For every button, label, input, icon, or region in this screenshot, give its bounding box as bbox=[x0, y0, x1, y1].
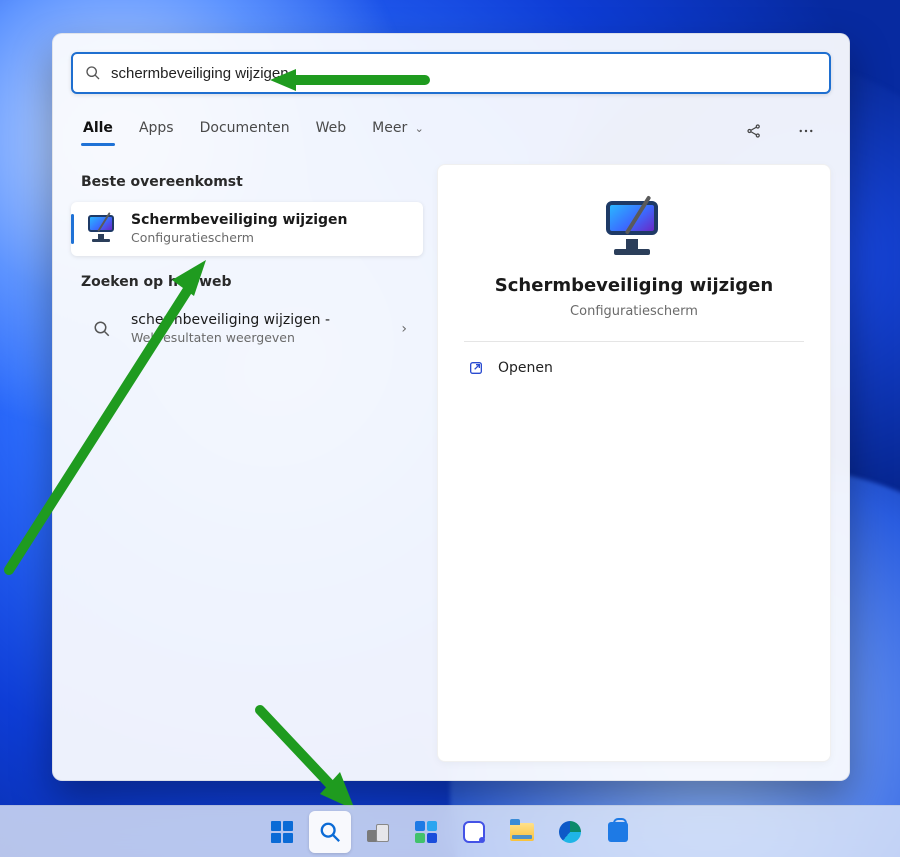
result-title: schermbeveiliging wijzigen - bbox=[131, 312, 387, 330]
tab-all[interactable]: Alle bbox=[81, 116, 115, 146]
share-graph-icon bbox=[745, 122, 763, 140]
search-icon bbox=[85, 312, 119, 346]
preview-title: Schermbeveiliging wijzigen bbox=[495, 275, 773, 296]
section-best-match: Beste overeenkomst bbox=[71, 164, 423, 202]
best-match-result[interactable]: Schermbeveiliging wijzigen Configuraties… bbox=[71, 202, 423, 256]
taskbar-widgets[interactable] bbox=[405, 811, 447, 853]
result-texts: schermbeveiliging wijzigen - Webresultat… bbox=[131, 312, 387, 345]
section-search-web: Zoeken op het web bbox=[71, 264, 423, 302]
search-icon bbox=[85, 65, 101, 81]
more-options-button[interactable] bbox=[791, 116, 821, 146]
tab-documents[interactable]: Documenten bbox=[198, 116, 292, 146]
result-subtitle: Configuratiescherm bbox=[131, 230, 409, 246]
microsoft-store-icon bbox=[608, 822, 628, 842]
widgets-icon bbox=[415, 821, 437, 843]
search-body: Beste overeenkomst Schermbeveiliging wij… bbox=[53, 150, 849, 780]
screensaver-icon bbox=[602, 201, 666, 257]
open-external-icon bbox=[468, 360, 484, 376]
search-filter-tabs: Alle Apps Documenten Web Meer ⌄ bbox=[53, 100, 849, 150]
taskbar-search[interactable] bbox=[309, 811, 351, 853]
result-subtitle: Webresultaten weergeven bbox=[131, 330, 387, 346]
taskbar-chat[interactable] bbox=[453, 811, 495, 853]
taskbar-task-view[interactable] bbox=[357, 811, 399, 853]
results-column: Beste overeenkomst Schermbeveiliging wij… bbox=[71, 164, 423, 762]
search-icon bbox=[317, 819, 343, 845]
preview-top: Schermbeveiliging wijzigen Configuraties… bbox=[464, 191, 804, 319]
web-result[interactable]: schermbeveiliging wijzigen - Webresultat… bbox=[71, 302, 423, 356]
open-action[interactable]: Openen bbox=[464, 350, 804, 386]
tab-apps[interactable]: Apps bbox=[137, 116, 176, 146]
chat-icon bbox=[463, 821, 485, 843]
search-panel: Alle Apps Documenten Web Meer ⌄ Beste ov… bbox=[52, 33, 850, 781]
result-texts: Schermbeveiliging wijzigen Configuraties… bbox=[131, 212, 409, 245]
taskbar-file-explorer[interactable] bbox=[501, 811, 543, 853]
search-input[interactable] bbox=[111, 65, 817, 82]
open-label: Openen bbox=[498, 360, 553, 376]
search-bar-container bbox=[53, 34, 849, 100]
result-title: Schermbeveiliging wijzigen bbox=[131, 212, 409, 230]
edge-icon bbox=[559, 821, 581, 843]
taskbar-start[interactable] bbox=[261, 811, 303, 853]
taskbar-edge[interactable] bbox=[549, 811, 591, 853]
taskbar bbox=[0, 805, 900, 857]
search-options-button[interactable] bbox=[739, 116, 769, 146]
search-bar[interactable] bbox=[71, 52, 831, 94]
chevron-right-icon: › bbox=[399, 321, 409, 337]
file-explorer-icon bbox=[510, 823, 534, 841]
taskbar-store[interactable] bbox=[597, 811, 639, 853]
tab-more[interactable]: Meer ⌄ bbox=[370, 116, 426, 146]
preview-subtitle: Configuratiescherm bbox=[570, 304, 698, 319]
divider bbox=[464, 341, 804, 342]
chevron-down-icon: ⌄ bbox=[415, 122, 424, 135]
preview-pane: Schermbeveiliging wijzigen Configuraties… bbox=[437, 164, 831, 762]
task-view-icon bbox=[367, 822, 389, 842]
tab-more-label: Meer bbox=[372, 120, 407, 136]
screensaver-icon bbox=[85, 212, 119, 246]
tab-web[interactable]: Web bbox=[314, 116, 349, 146]
ellipsis-icon bbox=[797, 122, 815, 140]
windows-start-icon bbox=[271, 821, 293, 843]
